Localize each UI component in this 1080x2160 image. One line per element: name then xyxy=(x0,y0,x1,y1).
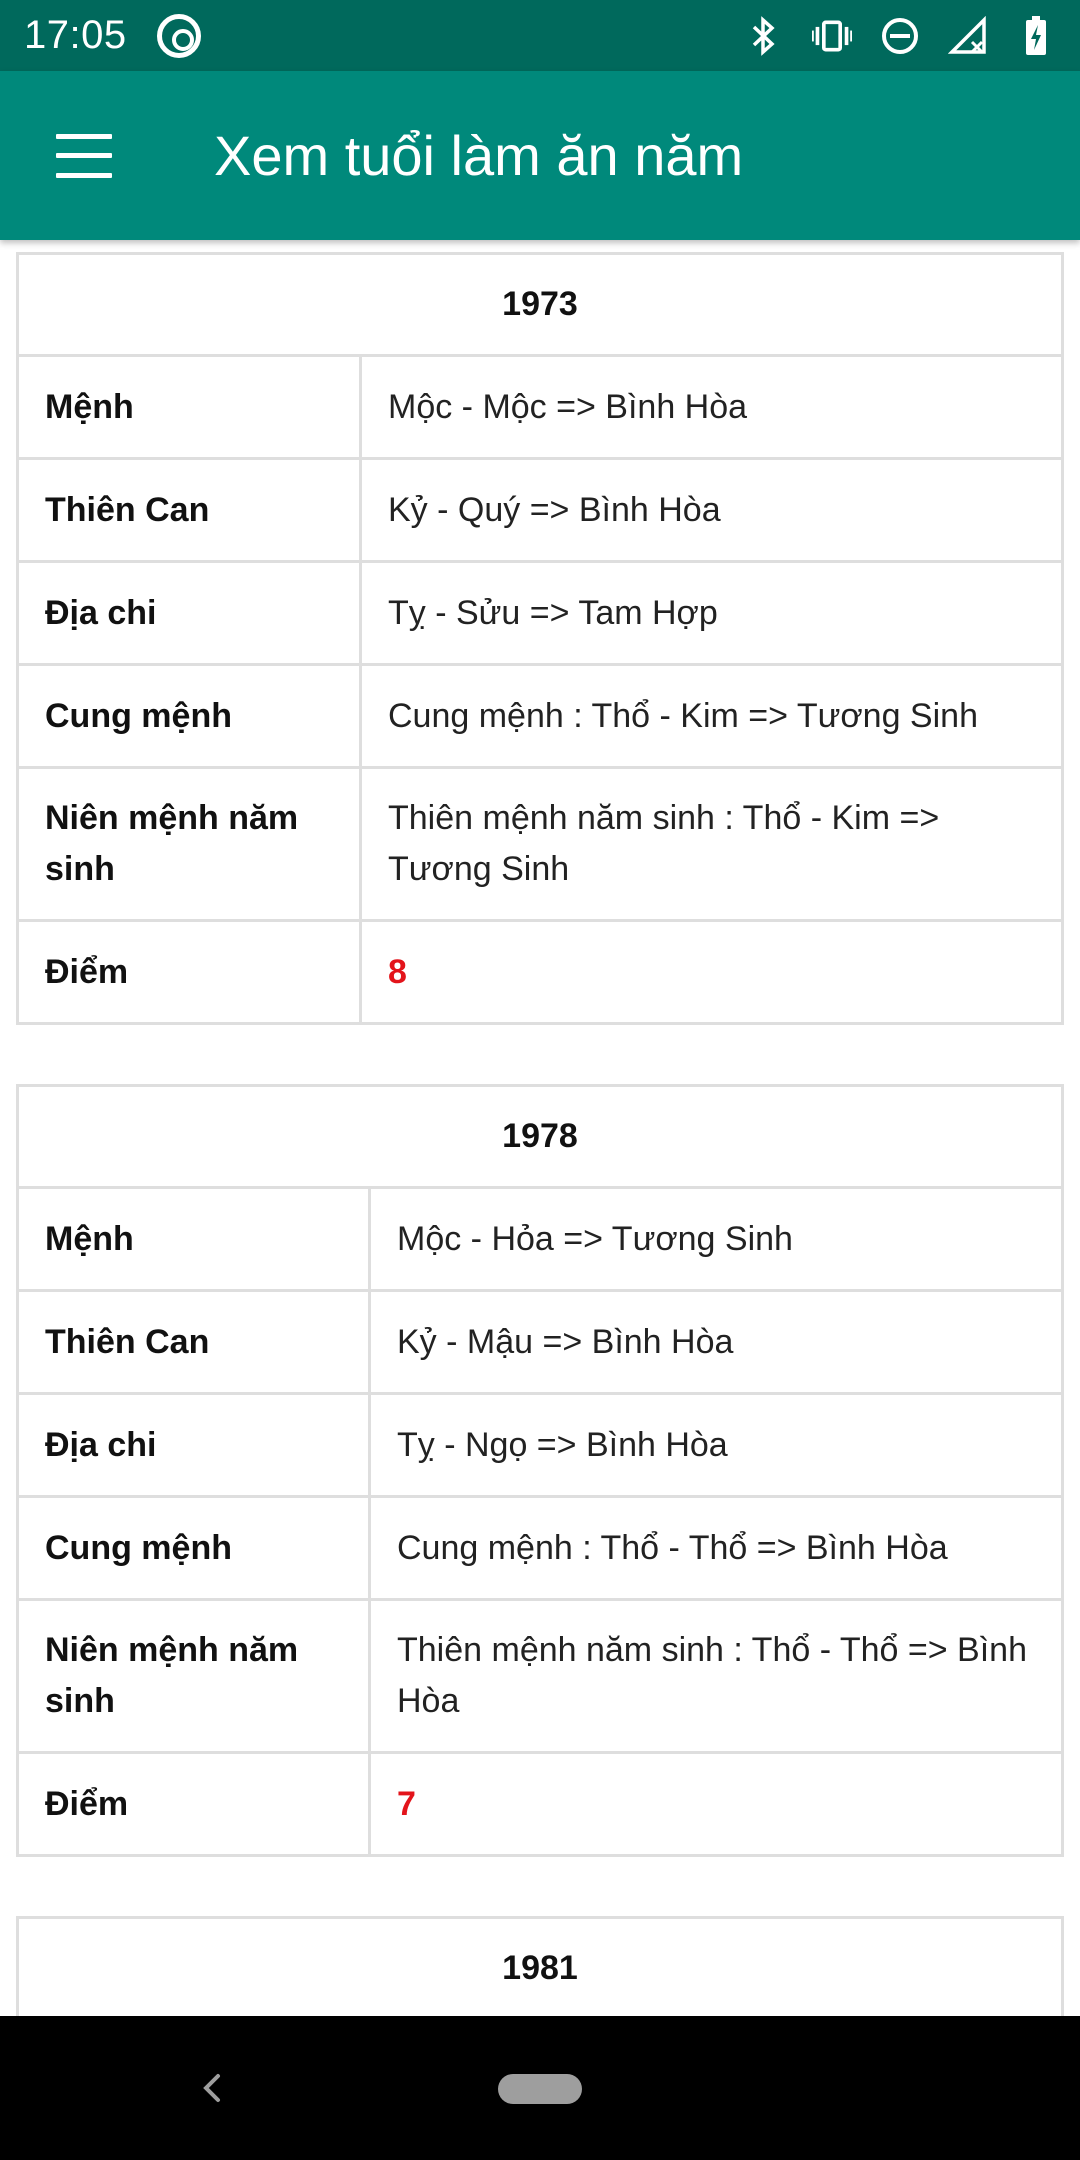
table-row: Cung mệnh Cung mệnh : Thổ - Thổ => Bình … xyxy=(19,1498,1061,1601)
table-row: Mệnh Mộc - Hỏa => Tương Sinh xyxy=(19,1189,1061,1292)
table-row: Thiên Can Kỷ - Mậu => Bình Hòa xyxy=(19,1292,1061,1395)
score-value: 7 xyxy=(397,1784,416,1823)
row-value: Kỷ - Mậu => Bình Hòa xyxy=(397,1322,734,1361)
vibrate-icon xyxy=(812,16,852,56)
row-label: Mệnh xyxy=(19,1189,371,1289)
year-card: 1973 Mệnh Mộc - Mộc => Bình Hòa Thiên Ca… xyxy=(16,252,1064,1025)
bluetooth-icon xyxy=(744,15,784,56)
row-label: Điểm xyxy=(19,922,362,1022)
menu-icon[interactable] xyxy=(56,133,112,178)
do-not-disturb-icon xyxy=(880,16,920,56)
battery-charging-icon xyxy=(1016,15,1056,56)
no-signal-icon xyxy=(948,15,988,56)
card-year: 1978 xyxy=(19,1087,1061,1189)
row-label: Địa chi xyxy=(19,1395,371,1495)
row-label: Thiên Can xyxy=(19,460,362,560)
card-year: 1981 xyxy=(19,1919,1061,2016)
row-value: Cung mệnh : Thổ - Thổ => Bình Hòa xyxy=(397,1528,948,1567)
score-value: 8 xyxy=(388,952,407,991)
home-pill-button[interactable] xyxy=(498,2074,582,2104)
row-value: Mộc - Mộc => Bình Hòa xyxy=(388,387,748,426)
table-row: Mệnh Mộc - Mộc => Bình Hòa xyxy=(19,357,1061,460)
navigation-bar xyxy=(0,2016,1080,2160)
row-value: Tỵ - Ngọ => Bình Hòa xyxy=(397,1425,728,1464)
row-value: Mộc - Hỏa => Tương Sinh xyxy=(397,1219,793,1258)
table-row: Điểm 7 xyxy=(19,1754,1061,1854)
row-label: Cung mệnh xyxy=(19,1498,371,1598)
row-value: Kỷ - Quý => Bình Hòa xyxy=(388,490,721,529)
status-time: 17:05 xyxy=(24,13,127,57)
row-label: Thiên Can xyxy=(19,1292,371,1392)
table-row: Niên mệnh năm sinh Thiên mệnh năm sinh :… xyxy=(19,769,1061,922)
row-value: Cung mệnh : Thổ - Kim => Tương Sinh xyxy=(388,696,978,735)
year-card: 1978 Mệnh Mộc - Hỏa => Tương Sinh Thiên … xyxy=(16,1084,1064,1857)
page-title: Xem tuổi làm ăn năm xyxy=(214,124,744,187)
table-row: Niên mệnh năm sinh Thiên mệnh năm sinh :… xyxy=(19,1601,1061,1754)
row-label: Địa chi xyxy=(19,563,362,663)
app-bar: Xem tuổi làm ăn năm xyxy=(0,71,1080,240)
row-value: Thiên mệnh năm sinh : Thổ - Thổ => Bình … xyxy=(397,1631,1027,1720)
at-sign-icon xyxy=(156,13,201,58)
row-label: Cung mệnh xyxy=(19,666,362,766)
row-label: Niên mệnh năm sinh xyxy=(19,1601,371,1751)
table-row: Địa chi Tỵ - Sửu => Tam Hợp xyxy=(19,563,1061,666)
row-label: Điểm xyxy=(19,1754,371,1854)
year-card: 1981 xyxy=(16,1916,1064,2016)
card-year: 1973 xyxy=(19,255,1061,357)
row-value: Tỵ - Sửu => Tam Hợp xyxy=(388,593,718,632)
row-label: Mệnh xyxy=(19,357,362,457)
back-icon[interactable] xyxy=(198,2066,224,2110)
result-list[interactable]: 1973 Mệnh Mộc - Mộc => Bình Hòa Thiên Ca… xyxy=(0,240,1080,2016)
status-icons xyxy=(744,15,1056,56)
table-row: Cung mệnh Cung mệnh : Thổ - Kim => Tương… xyxy=(19,666,1061,769)
status-bar: 17:05 xyxy=(0,0,1080,71)
row-value: Thiên mệnh năm sinh : Thổ - Kim => Tương… xyxy=(388,799,940,888)
table-row: Điểm 8 xyxy=(19,922,1061,1022)
row-label: Niên mệnh năm sinh xyxy=(19,769,362,919)
table-row: Thiên Can Kỷ - Quý => Bình Hòa xyxy=(19,460,1061,563)
table-row: Địa chi Tỵ - Ngọ => Bình Hòa xyxy=(19,1395,1061,1498)
